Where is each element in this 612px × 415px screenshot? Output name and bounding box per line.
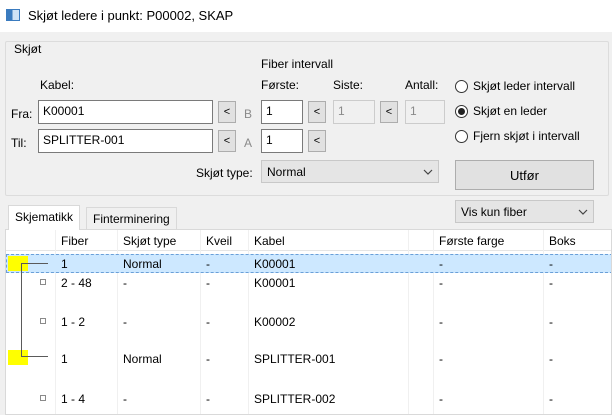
radio-fjern-skjot-i-intervall[interactable]: Fjern skjøt i intervall <box>455 129 580 143</box>
cell-kabel: SPLITTER-001 <box>254 352 336 366</box>
forste-label: Første: <box>261 78 299 92</box>
til-kabel-input[interactable]: SPLITTER-001 <box>38 129 213 153</box>
title-bar: Skjøt ledere i punkt: P00002, SKAP <box>0 0 612 32</box>
cell-kabel: K00002 <box>254 315 296 329</box>
antall-label: Antall: <box>405 78 439 92</box>
til-label: Til: <box>11 136 27 150</box>
cell-kabel: K00001 <box>254 257 296 271</box>
group-title: Skjøt <box>12 42 44 56</box>
cell-forste-farge: - <box>439 352 443 366</box>
kabel-label: Kabel: <box>40 78 75 92</box>
tab-finterminering[interactable]: Finterminering <box>86 207 177 229</box>
til-kabel-prev-button[interactable]: < <box>218 130 236 152</box>
fra-label: Fra: <box>11 107 33 121</box>
column-header-fiber[interactable]: Fiber <box>61 234 88 248</box>
cell-boks: - <box>549 315 553 329</box>
fra-kabel-prev-button[interactable]: < <box>218 101 236 123</box>
cell-skjot-type: - <box>123 392 127 406</box>
cell-boks: - <box>549 276 553 290</box>
radio-circle[interactable] <box>455 79 468 93</box>
cell-boks: - <box>549 257 553 271</box>
cell-forste-farge: - <box>439 257 443 271</box>
radio-circle[interactable] <box>455 129 468 143</box>
siste-label: Siste: <box>333 78 364 92</box>
cell-kabel: SPLITTER-002 <box>254 392 336 406</box>
cell-kveil: - <box>206 315 210 329</box>
table-header: Fiber Skjøt type Kveil Kabel Første farg… <box>6 230 611 251</box>
cell-boks: - <box>549 352 553 366</box>
cell-fiber: 1 - 2 <box>61 315 86 329</box>
til-forste-prev-button[interactable]: < <box>308 130 326 152</box>
tree-connector <box>21 263 48 264</box>
fiber-intervall-label: Fiber intervall <box>261 57 334 71</box>
window-title: Skjøt ledere i punkt: P00002, SKAP <box>28 8 234 23</box>
cell-fiber: 1 <box>61 352 68 366</box>
cell-fiber: 1 - 4 <box>61 392 86 406</box>
tree-node-icon[interactable] <box>40 279 46 285</box>
app-icon <box>6 9 20 21</box>
radio-label: Fjern skjøt i intervall <box>473 129 580 143</box>
tree-node-icon[interactable] <box>40 395 46 401</box>
cell-kabel: K00001 <box>254 276 296 290</box>
utfor-button[interactable]: Utfør <box>455 160 594 190</box>
fra-siste-prev-button[interactable]: < <box>380 101 398 123</box>
chevron-down-icon <box>423 169 433 175</box>
cell-kveil: - <box>206 276 210 290</box>
skjot-type-value: Normal <box>267 164 306 179</box>
tree-connector <box>21 264 22 356</box>
chevron-down-icon <box>578 209 588 215</box>
fra-letter: B <box>244 107 253 121</box>
fra-siste-input: 1 <box>333 100 375 124</box>
fra-antall-input: 1 <box>405 100 445 124</box>
cell-forste-farge: - <box>439 315 443 329</box>
cell-skjot-type: - <box>123 276 127 290</box>
cell-skjot-type: Normal <box>123 352 162 366</box>
cell-skjot-type: - <box>123 315 127 329</box>
radio-label: Skjøt leder intervall <box>473 79 576 93</box>
cell-kveil: - <box>206 257 210 271</box>
cell-kveil: - <box>206 392 210 406</box>
radio-label: Skjøt en leder <box>473 104 548 118</box>
tab-skjematikk[interactable]: Skjematikk <box>8 205 81 230</box>
cell-fiber: 1 <box>61 257 68 271</box>
column-header-kabel[interactable]: Kabel <box>254 234 285 248</box>
filter-value: Vis kun fiber <box>461 204 527 219</box>
radio-skjot-en-leder[interactable]: Skjøt en leder <box>455 104 547 118</box>
cell-fiber: 2 - 48 <box>61 276 92 290</box>
table-row-selected[interactable] <box>6 254 611 273</box>
column-header-skjot-type[interactable]: Skjøt type <box>123 234 176 248</box>
skjot-type-label: Skjøt type: <box>196 166 253 180</box>
filter-dropdown[interactable]: Vis kun fiber <box>455 200 594 223</box>
cell-forste-farge: - <box>439 276 443 290</box>
tree-connector <box>21 356 48 357</box>
column-header-kveil[interactable]: Kveil <box>206 234 232 248</box>
cell-skjot-type: Normal <box>123 257 162 271</box>
highlight-marker <box>8 350 28 365</box>
radio-circle-selected[interactable] <box>455 104 468 118</box>
fra-kabel-input[interactable]: K00001 <box>38 100 213 124</box>
fra-forste-prev-button[interactable]: < <box>308 101 326 123</box>
cell-kveil: - <box>206 352 210 366</box>
column-header-boks[interactable]: Boks <box>549 234 576 248</box>
skjot-type-dropdown[interactable]: Normal <box>261 160 439 183</box>
tree-node-icon[interactable] <box>40 318 46 324</box>
schematic-table: Fiber Skjøt type Kveil Kabel Første farg… <box>5 229 612 415</box>
fra-forste-input[interactable]: 1 <box>261 100 303 124</box>
cell-forste-farge: - <box>439 392 443 406</box>
radio-skjot-leder-intervall[interactable]: Skjøt leder intervall <box>455 79 575 93</box>
til-letter: A <box>244 136 253 150</box>
til-forste-input[interactable]: 1 <box>261 129 303 153</box>
cell-boks: - <box>549 392 553 406</box>
column-header-forste-farge[interactable]: Første farge <box>439 234 504 248</box>
